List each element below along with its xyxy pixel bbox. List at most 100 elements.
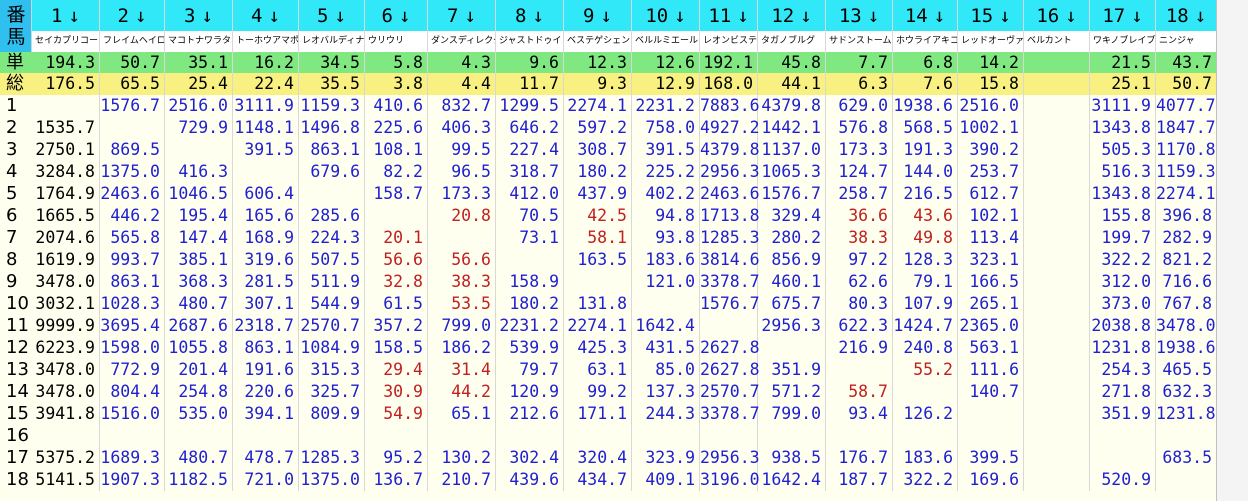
odds-cell[interactable] [1156,469,1217,491]
odds-cell[interactable]: 412.0 [496,183,564,205]
column-header-16[interactable]: 16 ↓ [1024,0,1090,31]
odds-cell[interactable]: 107.9 [893,293,958,315]
odds-cell[interactable]: 322.2 [893,469,958,491]
odds-cell[interactable]: 258.7 [826,183,893,205]
column-header-7[interactable]: 7 ↓ [428,0,496,31]
odds-cell[interactable]: 171.1 [564,403,632,425]
odds-cell[interactable]: 158.5 [365,337,428,359]
odds-cell[interactable]: 2516.0 [165,95,233,117]
odds-cell[interactable] [165,139,233,161]
odds-cell[interactable]: 505.3 [1090,139,1156,161]
odds-cell[interactable]: 1516.0 [100,403,165,425]
odds-cell[interactable]: 323.9 [632,447,700,469]
odds-cell[interactable] [428,227,496,249]
odds-cell[interactable] [1024,447,1090,469]
odds-cell[interactable]: 36.6 [826,205,893,227]
odds-cell[interactable]: 32.8 [365,271,428,293]
odds-cell[interactable]: 55.2 [893,359,958,381]
odds-cell[interactable]: 3695.4 [100,315,165,337]
odds-cell[interactable]: 168.0 [700,73,758,95]
odds-cell[interactable]: 285.6 [299,205,365,227]
odds-cell[interactable]: 183.6 [632,249,700,271]
odds-cell[interactable]: 173.3 [826,139,893,161]
odds-cell[interactable]: 1285.3 [700,227,760,249]
odds-cell[interactable]: 460.1 [758,271,826,293]
odds-cell[interactable]: 56.6 [428,249,496,271]
odds-cell[interactable]: 45.8 [758,52,826,73]
odds-cell[interactable]: 434.7 [564,469,632,491]
odds-cell[interactable]: 49.8 [893,227,958,249]
odds-cell[interactable]: 478.7 [233,447,299,469]
column-header-5[interactable]: 5 ↓ [299,0,365,31]
odds-cell[interactable] [1024,271,1090,293]
right-scroll-edge[interactable] [1216,0,1248,501]
odds-cell[interactable]: 61.5 [365,293,428,315]
odds-cell[interactable]: 402.2 [632,183,700,205]
odds-cell[interactable]: 169.6 [958,469,1024,491]
odds-cell[interactable] [826,425,893,447]
odds-cell[interactable] [1024,161,1090,183]
odds-cell[interactable]: 3478.0 [32,359,100,381]
odds-cell[interactable]: 6.3 [826,73,893,95]
odds-cell[interactable]: 29.4 [365,359,428,381]
odds-cell[interactable]: 612.7 [958,183,1024,205]
column-header-11[interactable]: 11 ↓ [700,0,758,31]
odds-cell[interactable]: 1598.0 [100,337,165,359]
odds-cell[interactable]: 2463.6 [100,183,165,205]
odds-cell[interactable]: 863.1 [100,271,165,293]
odds-cell[interactable]: 191.3 [893,139,958,161]
odds-cell[interactable]: 1713.8 [700,205,760,227]
odds-cell[interactable]: 399.5 [958,447,1024,469]
odds-cell[interactable]: 3284.8 [32,161,100,183]
odds-cell[interactable]: 325.7 [299,381,365,403]
odds-cell[interactable]: 58.7 [826,381,893,403]
odds-cell[interactable]: 5.8 [365,52,428,73]
odds-cell[interactable]: 35.5 [299,73,365,95]
odds-cell[interactable]: 2627.8 [700,359,760,381]
odds-cell[interactable]: 683.5 [1156,447,1217,469]
odds-cell[interactable]: 108.1 [365,139,428,161]
odds-cell[interactable] [1024,95,1090,117]
odds-cell[interactable] [632,425,700,447]
odds-cell[interactable]: 1576.7 [700,293,760,315]
odds-cell[interactable]: 201.4 [165,359,233,381]
odds-cell[interactable]: 1002.1 [958,117,1024,139]
odds-cell[interactable]: 210.7 [428,469,496,491]
odds-cell[interactable]: 176.7 [826,447,893,469]
odds-cell[interactable]: 244.3 [632,403,700,425]
odds-cell[interactable]: 96.5 [428,161,496,183]
odds-cell[interactable]: 1907.3 [100,469,165,491]
odds-cell[interactable]: 254.8 [165,381,233,403]
odds-cell[interactable]: 111.6 [958,359,1024,381]
odds-cell[interactable]: 799.0 [758,403,826,425]
odds-cell[interactable]: 1442.1 [758,117,826,139]
odds-cell[interactable]: 1299.5 [496,95,564,117]
odds-cell[interactable]: 391.5 [632,139,700,161]
odds-cell[interactable] [1024,183,1090,205]
odds-cell[interactable]: 271.8 [1090,381,1156,403]
odds-cell[interactable]: 351.9 [758,359,826,381]
odds-cell[interactable]: 144.0 [893,161,958,183]
odds-cell[interactable]: 6223.9 [32,337,100,359]
odds-cell[interactable] [826,359,893,381]
odds-cell[interactable]: 3.8 [365,73,428,95]
odds-cell[interactable]: 20.8 [428,205,496,227]
odds-cell[interactable]: 191.6 [233,359,299,381]
odds-cell[interactable]: 9999.9 [32,315,100,337]
odds-cell[interactable] [1024,227,1090,249]
odds-cell[interactable]: 131.8 [564,293,632,315]
odds-cell[interactable]: 1535.7 [32,117,100,139]
odds-cell[interactable]: 2956.3 [758,315,826,337]
odds-cell[interactable] [1024,205,1090,227]
odds-cell[interactable]: 124.7 [826,161,893,183]
odds-cell[interactable]: 280.2 [758,227,826,249]
odds-cell[interactable]: 12.9 [632,73,700,95]
odds-cell[interactable]: 166.5 [958,271,1024,293]
column-header-12[interactable]: 12 ↓ [758,0,826,31]
odds-cell[interactable]: 192.1 [700,52,758,73]
odds-cell[interactable]: 44.1 [758,73,826,95]
odds-cell[interactable]: 2463.6 [700,183,760,205]
odds-cell[interactable]: 5141.5 [32,469,100,491]
odds-cell[interactable] [1156,425,1217,447]
odds-cell[interactable]: 535.0 [165,403,233,425]
